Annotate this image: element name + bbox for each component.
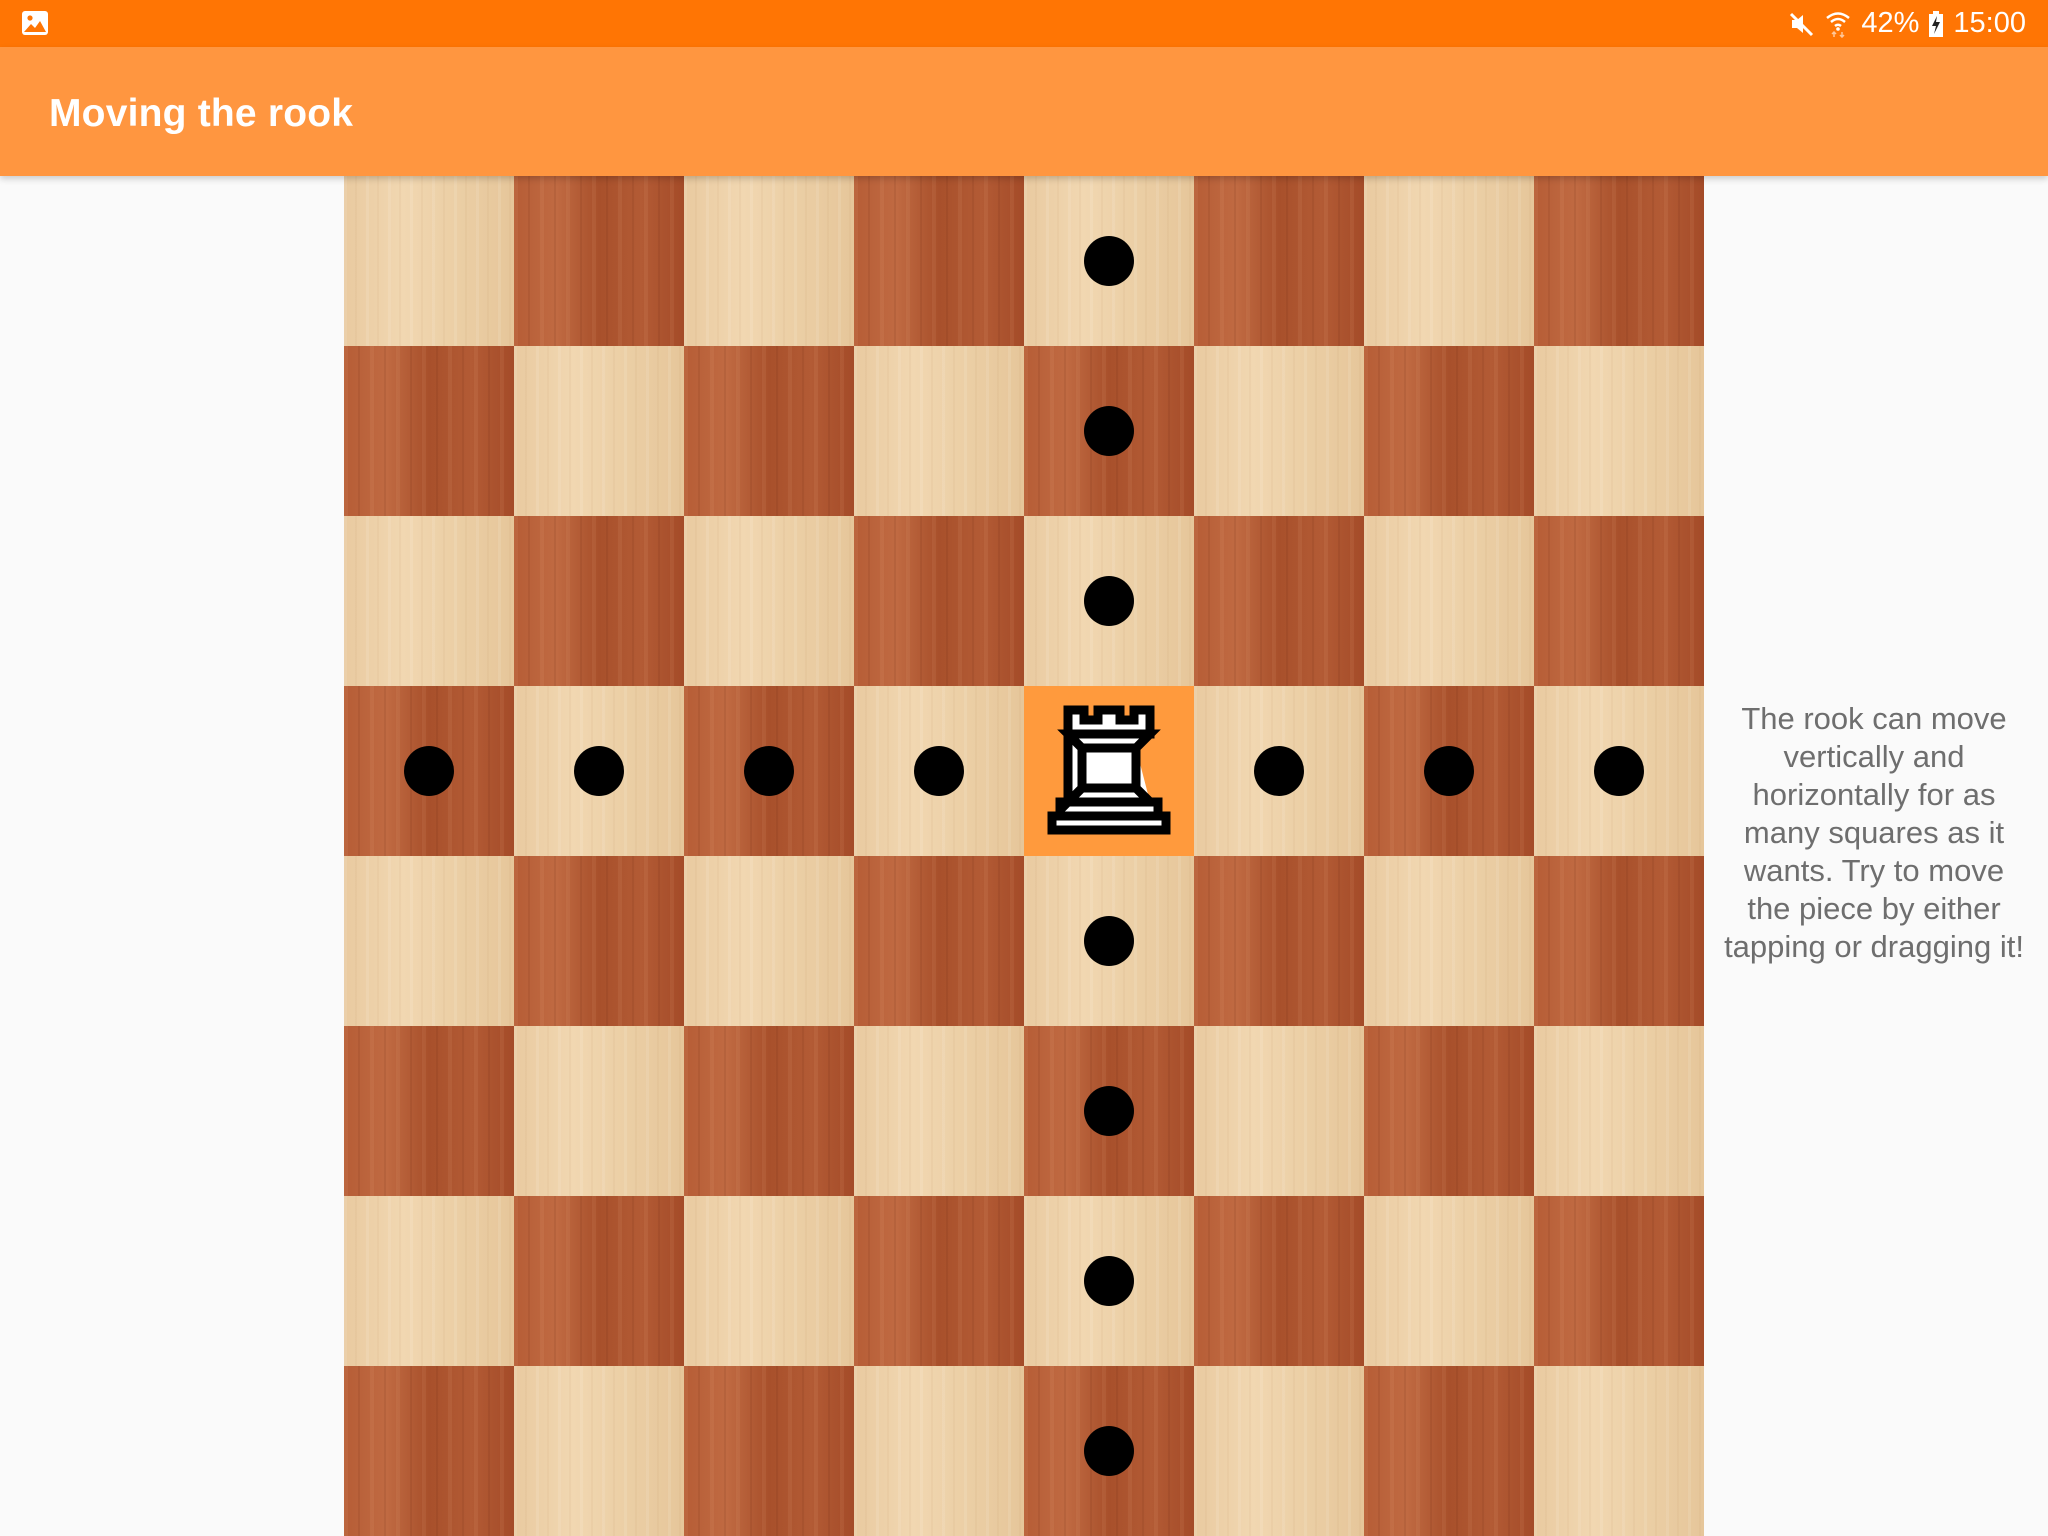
mute-icon	[1789, 11, 1815, 37]
square-d5[interactable]	[854, 686, 1024, 856]
move-target-dot[interactable]	[1084, 1086, 1134, 1136]
move-target-dot[interactable]	[1424, 746, 1474, 796]
square-b5[interactable]	[514, 686, 684, 856]
gallery-icon	[22, 11, 48, 35]
square-a6[interactable]	[344, 516, 514, 686]
square-e1[interactable]	[1024, 1366, 1194, 1536]
square-b8[interactable]	[514, 176, 684, 346]
square-d4[interactable]	[854, 856, 1024, 1026]
move-target-dot[interactable]	[1084, 236, 1134, 286]
move-target-dot[interactable]	[574, 746, 624, 796]
square-h7[interactable]	[1534, 346, 1704, 516]
square-g2[interactable]	[1364, 1196, 1534, 1366]
square-e5-selected[interactable]	[1024, 686, 1194, 856]
square-g1[interactable]	[1364, 1366, 1534, 1536]
square-h8[interactable]	[1534, 176, 1704, 346]
square-f6[interactable]	[1194, 516, 1364, 686]
status-bar: 42% 15:00	[0, 0, 2048, 47]
square-b2[interactable]	[514, 1196, 684, 1366]
move-target-dot[interactable]	[1084, 916, 1134, 966]
move-target-dot[interactable]	[1084, 406, 1134, 456]
square-e6[interactable]	[1024, 516, 1194, 686]
battery-charging-icon	[1929, 10, 1944, 37]
square-c3[interactable]	[684, 1026, 854, 1196]
square-b6[interactable]	[514, 516, 684, 686]
square-h1[interactable]	[1534, 1366, 1704, 1536]
square-h2[interactable]	[1534, 1196, 1704, 1366]
move-target-dot[interactable]	[1594, 746, 1644, 796]
square-f1[interactable]	[1194, 1366, 1364, 1536]
square-d8[interactable]	[854, 176, 1024, 346]
square-a2[interactable]	[344, 1196, 514, 1366]
square-d6[interactable]	[854, 516, 1024, 686]
square-a7[interactable]	[344, 346, 514, 516]
square-c6[interactable]	[684, 516, 854, 686]
square-d2[interactable]	[854, 1196, 1024, 1366]
square-g8[interactable]	[1364, 176, 1534, 346]
square-c7[interactable]	[684, 346, 854, 516]
square-a1[interactable]	[344, 1366, 514, 1536]
move-target-dot[interactable]	[914, 746, 964, 796]
square-a8[interactable]	[344, 176, 514, 346]
square-e2[interactable]	[1024, 1196, 1194, 1366]
square-d7[interactable]	[854, 346, 1024, 516]
square-g5[interactable]	[1364, 686, 1534, 856]
square-f5[interactable]	[1194, 686, 1364, 856]
square-a5[interactable]	[344, 686, 514, 856]
chess-board	[344, 176, 1704, 1536]
square-f8[interactable]	[1194, 176, 1364, 346]
square-d3[interactable]	[854, 1026, 1024, 1196]
wifi-icon	[1825, 10, 1851, 38]
status-time: 15:00	[1953, 7, 2026, 39]
square-e7[interactable]	[1024, 346, 1194, 516]
square-c4[interactable]	[684, 856, 854, 1026]
square-c2[interactable]	[684, 1196, 854, 1366]
square-c8[interactable]	[684, 176, 854, 346]
move-target-dot[interactable]	[1084, 1426, 1134, 1476]
square-h4[interactable]	[1534, 856, 1704, 1026]
white-rook-icon[interactable]	[1044, 704, 1174, 838]
square-d1[interactable]	[854, 1366, 1024, 1536]
square-b3[interactable]	[514, 1026, 684, 1196]
square-b1[interactable]	[514, 1366, 684, 1536]
square-a3[interactable]	[344, 1026, 514, 1196]
square-e4[interactable]	[1024, 856, 1194, 1026]
move-target-dot[interactable]	[1084, 1256, 1134, 1306]
app-bar: Moving the rook	[0, 47, 2048, 176]
square-g4[interactable]	[1364, 856, 1534, 1026]
square-b7[interactable]	[514, 346, 684, 516]
move-target-dot[interactable]	[1084, 576, 1134, 626]
square-a4[interactable]	[344, 856, 514, 1026]
instructions-text: The rook can move vertically and horizon…	[1724, 701, 2024, 964]
battery-percent: 42%	[1861, 7, 1920, 39]
square-g7[interactable]	[1364, 346, 1534, 516]
square-f4[interactable]	[1194, 856, 1364, 1026]
move-target-dot[interactable]	[744, 746, 794, 796]
square-g6[interactable]	[1364, 516, 1534, 686]
square-f3[interactable]	[1194, 1026, 1364, 1196]
page-title: Moving the rook	[49, 92, 354, 135]
square-f7[interactable]	[1194, 346, 1364, 516]
move-target-dot[interactable]	[404, 746, 454, 796]
square-c5[interactable]	[684, 686, 854, 856]
square-b4[interactable]	[514, 856, 684, 1026]
square-e3[interactable]	[1024, 1026, 1194, 1196]
square-c1[interactable]	[684, 1366, 854, 1536]
square-f2[interactable]	[1194, 1196, 1364, 1366]
square-e8[interactable]	[1024, 176, 1194, 346]
square-h6[interactable]	[1534, 516, 1704, 686]
square-h3[interactable]	[1534, 1026, 1704, 1196]
square-g3[interactable]	[1364, 1026, 1534, 1196]
move-target-dot[interactable]	[1254, 746, 1304, 796]
square-h5[interactable]	[1534, 686, 1704, 856]
